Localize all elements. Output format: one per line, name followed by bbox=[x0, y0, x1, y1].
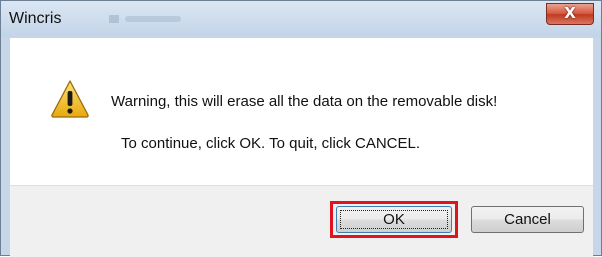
message-dialog: Wincris X Warning, this will erase all t… bbox=[0, 0, 602, 257]
message-area: Warning, this will erase all the data on… bbox=[10, 38, 593, 185]
window-title: Wincris bbox=[9, 10, 62, 27]
close-button[interactable]: X bbox=[546, 3, 594, 25]
warning-message: Warning, this will erase all the data on… bbox=[111, 93, 498, 110]
warning-icon bbox=[51, 80, 89, 118]
instruction-message: To continue, click OK. To quit, click CA… bbox=[121, 135, 421, 152]
cancel-button-label: Cancel bbox=[504, 211, 551, 228]
button-bar: OK Cancel bbox=[10, 185, 593, 257]
background-window-ghost bbox=[109, 12, 181, 26]
close-icon: X bbox=[564, 4, 576, 22]
title-bar[interactable]: Wincris X bbox=[1, 1, 601, 37]
ok-button-label: OK bbox=[383, 211, 405, 228]
ok-button[interactable]: OK bbox=[336, 206, 452, 233]
cancel-button[interactable]: Cancel bbox=[471, 206, 584, 233]
